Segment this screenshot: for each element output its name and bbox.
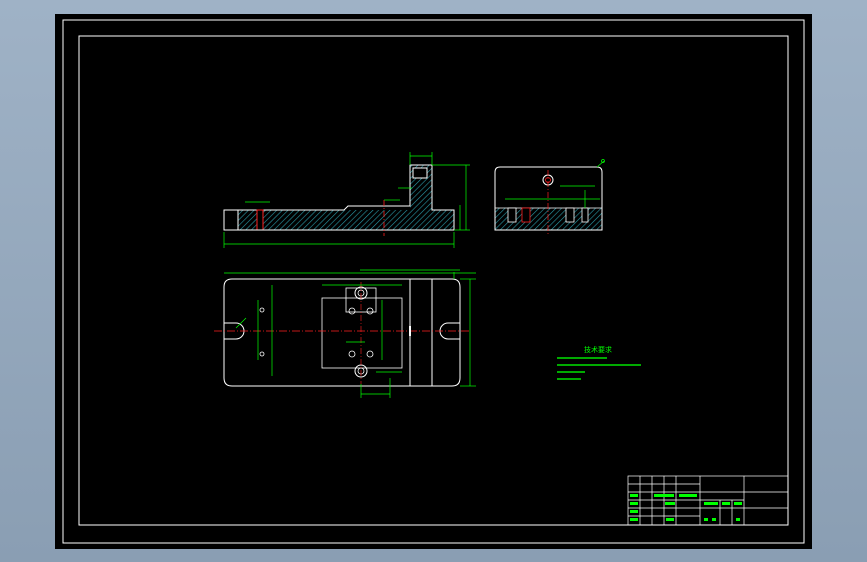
notes-heading: 技术要求: [584, 345, 612, 354]
drawing-paper: [55, 14, 812, 549]
cad-drawing-viewport[interactable]: 技术要求: [0, 0, 867, 562]
